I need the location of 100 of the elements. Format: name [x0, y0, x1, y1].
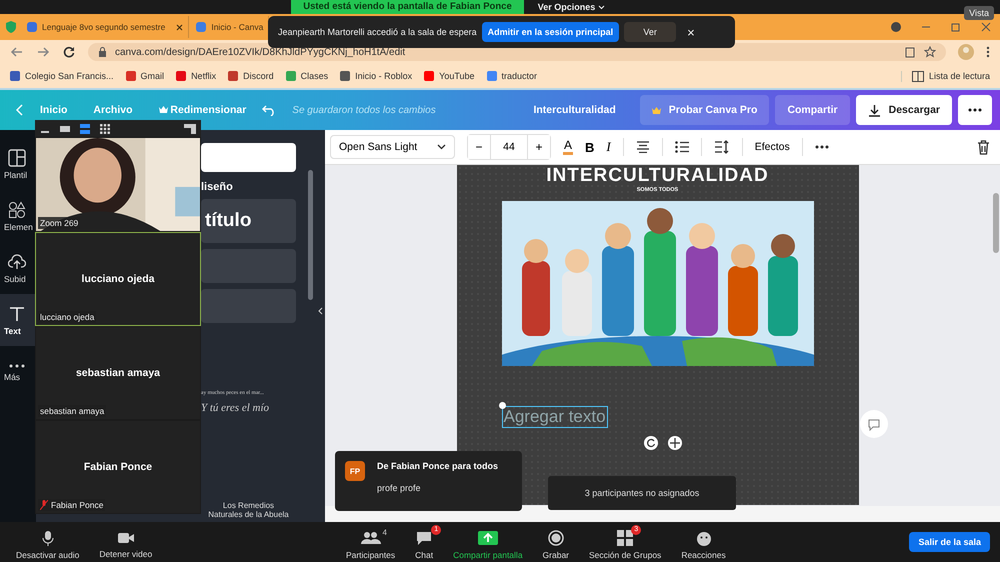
- font-combo-sample[interactable]: Los Remedios Naturales de la Abuela: [201, 501, 296, 519]
- video-tile[interactable]: Zoom 269: [35, 137, 201, 232]
- sidebar-item[interactable]: Plantil: [0, 138, 36, 190]
- more-button[interactable]: [958, 95, 992, 125]
- text-color-button[interactable]: A: [563, 139, 574, 155]
- chat-message: profe profe: [377, 483, 422, 493]
- font-dropdown[interactable]: Open Sans Light: [330, 135, 455, 159]
- camera-icon: [116, 531, 135, 545]
- smiley-icon: [696, 530, 712, 546]
- clipboard-icon[interactable]: [904, 46, 916, 58]
- mute-button[interactable]: Desactivar audio: [6, 524, 90, 560]
- restore-icon[interactable]: [950, 21, 962, 33]
- participant-label: Zoom 269: [38, 217, 80, 229]
- grid-icon: [617, 530, 634, 546]
- sidebar-item[interactable]: Subid: [0, 242, 36, 294]
- heading-style-card[interactable]: título: [201, 199, 296, 243]
- stop-video-button[interactable]: Detener video: [89, 525, 162, 559]
- caret-icon: [437, 144, 446, 150]
- view-button[interactable]: Vista: [964, 6, 994, 20]
- record-button[interactable]: Grabar: [532, 524, 580, 560]
- video-tile[interactable]: Fabian Ponce Fabian Ponce: [35, 420, 201, 514]
- view-button[interactable]: Ver: [624, 22, 676, 42]
- close-tab-icon[interactable]: [176, 24, 184, 30]
- tooltip: 3 participantes no asignados: [548, 476, 736, 510]
- chat-notification[interactable]: FP De Fabian Ponce para todos profe profe: [335, 451, 522, 511]
- trash-icon[interactable]: [977, 140, 990, 154]
- menu-icon[interactable]: [986, 46, 990, 58]
- share-screen-button[interactable]: Compartir pantalla: [443, 524, 533, 560]
- close-button[interactable]: ×: [681, 24, 701, 40]
- screen-share-banner: Usted está viendo la pantalla de Fabian Ponce: [291, 0, 524, 14]
- reactions-button[interactable]: Reacciones: [671, 524, 736, 560]
- bookmark[interactable]: Clases: [286, 71, 328, 81]
- sidebar-item[interactable]: Elemen: [0, 190, 36, 242]
- profile-icon[interactable]: [890, 21, 902, 33]
- shield-icon: [4, 20, 18, 34]
- reading-list-button[interactable]: Lista de lectura: [900, 70, 990, 82]
- bullet-list-icon[interactable]: [674, 141, 689, 153]
- bookmark[interactable]: traductor: [486, 71, 538, 81]
- text-icon: [8, 304, 26, 322]
- participant-name: sebastian amaya: [76, 367, 160, 379]
- bookmark[interactable]: Inicio - Roblox: [340, 71, 412, 81]
- more-icon: [8, 362, 26, 368]
- scrollbar-thumb[interactable]: [993, 193, 999, 253]
- scrollbar-thumb[interactable]: [308, 170, 313, 300]
- participant-label: lucciano ojeda: [38, 311, 96, 323]
- search-field[interactable]: [201, 143, 296, 172]
- admit-button[interactable]: Admitir en la sesión principal: [482, 22, 620, 42]
- grid-view-icon[interactable]: [100, 124, 110, 134]
- record-icon: [548, 530, 564, 546]
- caret-icon: [598, 5, 605, 10]
- browser-tab[interactable]: Lenguaje 8vo segundo semestre: [22, 16, 190, 38]
- bookmark[interactable]: Colegio San Francis...: [10, 71, 114, 81]
- chevron-left-icon: [318, 307, 322, 315]
- single-view-icon[interactable]: [60, 124, 70, 134]
- effects-button[interactable]: Efectos: [754, 141, 790, 153]
- participant-name: Fabian Ponce: [84, 461, 152, 473]
- more-icon: [968, 108, 982, 112]
- shapes-icon: [8, 200, 26, 218]
- bookmark[interactable]: YouTube: [424, 71, 475, 81]
- crown-icon: [158, 106, 168, 113]
- participant-name: lucciano ojeda: [82, 273, 154, 285]
- bookmark[interactable]: Netflix: [176, 71, 216, 81]
- strip-view-icon[interactable]: [80, 124, 90, 134]
- forward-icon[interactable]: [36, 45, 50, 59]
- reload-icon[interactable]: [62, 45, 76, 59]
- share-button[interactable]: Compartir: [775, 95, 850, 125]
- leave-room-button[interactable]: Salir de la sala: [909, 532, 990, 552]
- notification-message: Jeanpiearth Martorelli accedió a la sala de espera: [278, 27, 477, 37]
- url-text: canva.com/design/DAEre10ZVIk/D8KhJldPYygCKNj_hoH1tA/edit: [115, 46, 406, 58]
- move-icon[interactable]: [668, 436, 682, 450]
- participants-button[interactable]: 4 Participantes: [336, 524, 406, 560]
- sidebar-item[interactable]: Más: [0, 346, 36, 398]
- font-combo-sample[interactable]: Y tú eres el mío: [201, 402, 296, 414]
- italic-button[interactable]: I: [606, 139, 611, 155]
- sidebar-item[interactable]: Text: [0, 294, 36, 346]
- save-status: Se guardaron todos los cambios: [292, 104, 436, 116]
- cloud-upload-icon: [8, 252, 26, 270]
- align-center-icon[interactable]: [636, 141, 650, 153]
- participant-label: Fabian Ponce: [38, 499, 106, 511]
- rotate-icon[interactable]: [644, 436, 658, 450]
- lock-icon: [98, 47, 107, 57]
- bold-button[interactable]: B: [585, 140, 594, 154]
- more-options-icon[interactable]: [814, 145, 829, 149]
- document-title[interactable]: Interculturalidad: [533, 104, 616, 116]
- line-spacing-icon[interactable]: [714, 140, 730, 154]
- download-button[interactable]: Descargar: [856, 95, 952, 125]
- reading-list-icon: [912, 70, 924, 82]
- close-icon[interactable]: [980, 21, 992, 33]
- participant-label: sebastian amaya: [38, 405, 106, 417]
- star-icon[interactable]: [924, 46, 936, 58]
- download-icon: [868, 104, 881, 116]
- try-pro-button[interactable]: Probar Canva Pro: [640, 95, 770, 125]
- video-tile[interactable]: sebastian amaya sebastian amaya: [35, 326, 201, 420]
- refresh-button[interactable]: [860, 410, 888, 438]
- crown-icon: [652, 106, 661, 114]
- undo-icon[interactable]: [262, 104, 276, 116]
- bookmark[interactable]: Gmail: [126, 71, 164, 81]
- page-title[interactable]: INTERCULTURALIDAD: [546, 166, 769, 186]
- back-icon[interactable]: [10, 45, 24, 59]
- bookmark[interactable]: Discord: [228, 71, 274, 81]
